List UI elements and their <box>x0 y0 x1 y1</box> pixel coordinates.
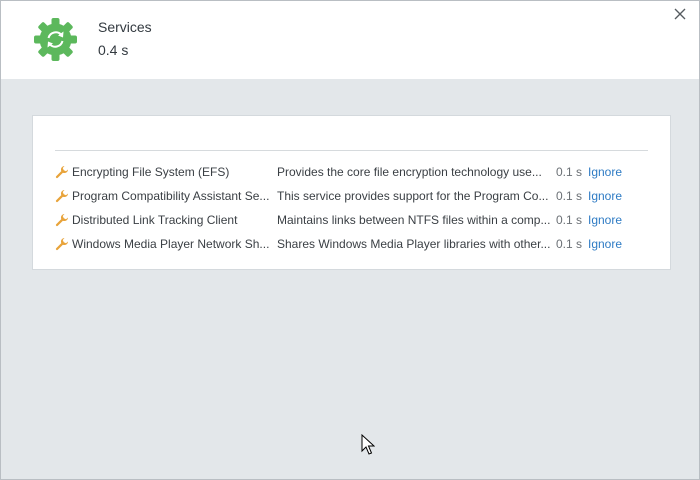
close-icon[interactable] <box>671 5 689 23</box>
service-description: Shares Windows Media Player libraries wi… <box>277 237 551 251</box>
divider <box>55 150 648 151</box>
service-name: Windows Media Player Network Sh... <box>72 237 270 251</box>
wrench-icon <box>55 166 68 179</box>
list-item: Program Compatibility Assistant Se... Th… <box>53 186 653 206</box>
list-item: Encrypting File System (EFS) Provides th… <box>53 162 653 182</box>
wrench-icon <box>55 214 68 227</box>
service-time: 0.1 s <box>556 165 583 179</box>
service-name: Encrypting File System (EFS) <box>72 165 230 179</box>
wrench-icon <box>55 238 68 251</box>
services-panel: Encrypting File System (EFS) Provides th… <box>32 115 671 270</box>
service-time: 0.1 s <box>556 213 583 227</box>
service-time: 0.1 s <box>556 189 583 203</box>
header: Services 0.4 s <box>1 1 699 79</box>
list-item: Distributed Link Tracking Client Maintai… <box>53 210 653 230</box>
ignore-link[interactable]: Ignore <box>588 186 622 206</box>
service-name: Distributed Link Tracking Client <box>72 213 238 227</box>
ignore-link[interactable]: Ignore <box>588 234 622 254</box>
wrench-icon <box>55 190 68 203</box>
service-time: 0.1 s <box>556 237 583 251</box>
service-description: Provides the core file encryption techno… <box>277 165 542 179</box>
refresh-gear-icon <box>34 18 77 61</box>
total-duration: 0.4 s <box>98 42 129 58</box>
service-description: This service provides support for the Pr… <box>277 189 549 203</box>
service-description: Maintains links between NTFS files withi… <box>277 213 551 227</box>
services-window: Services 0.4 s Encrypting File System (E… <box>0 0 700 480</box>
mouse-cursor-icon <box>361 434 375 455</box>
service-name: Program Compatibility Assistant Se... <box>72 189 270 203</box>
ignore-link[interactable]: Ignore <box>588 162 622 182</box>
page-title: Services <box>98 19 152 35</box>
list-item: Windows Media Player Network Sh... Share… <box>53 234 653 254</box>
ignore-link[interactable]: Ignore <box>588 210 622 230</box>
